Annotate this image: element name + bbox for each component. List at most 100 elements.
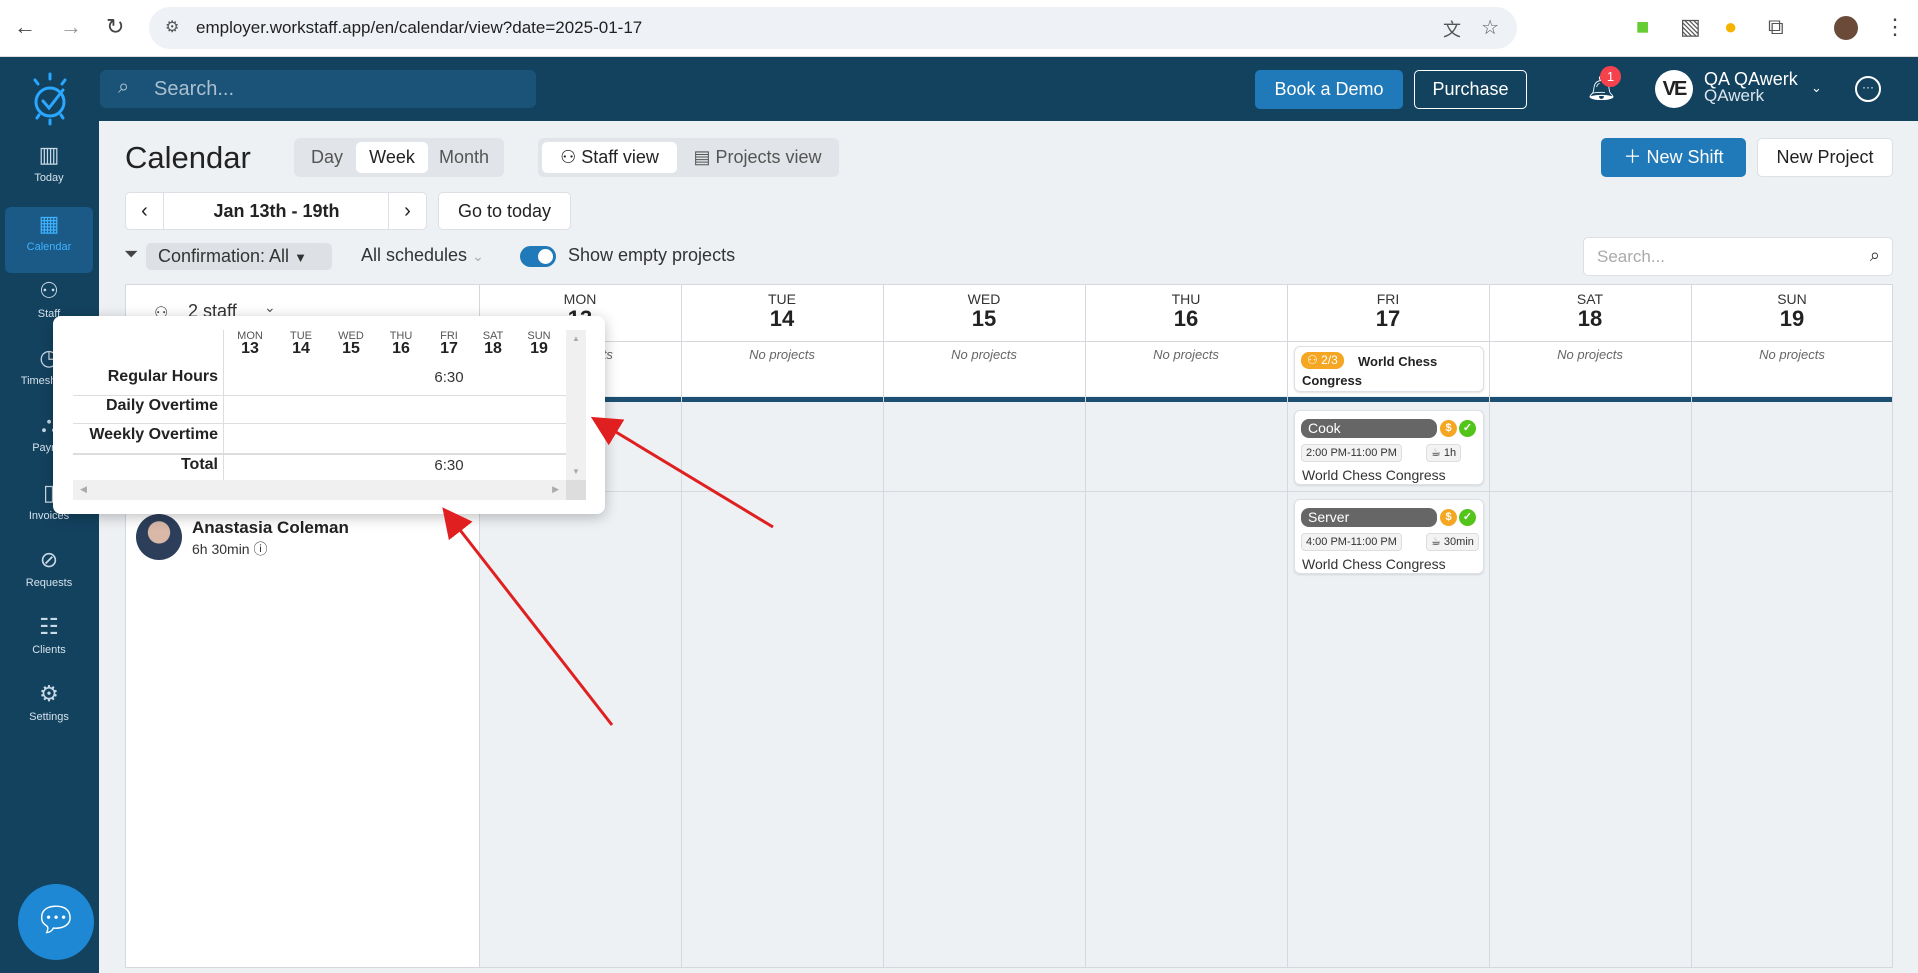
day-number: 17 [440,340,458,357]
support-chat-button[interactable]: 💬︎ [18,884,94,960]
scroll-right-arrow[interactable]: ▶ [552,484,559,495]
new-project-button[interactable]: New Project [1757,138,1893,177]
popup-day-mon: MON 13 [225,330,275,358]
url-text[interactable]: employer.workstaff.app/en/calendar/view?… [196,18,642,38]
star-icon[interactable]: ☆ [1481,15,1499,40]
calendar-search-input[interactable]: Search... ⌕ [1583,237,1893,276]
day-number: 16 [392,340,410,357]
scroll-down-arrow[interactable]: ▼ [572,467,580,476]
company-avatar[interactable]: VE [1655,70,1693,108]
menu-icon[interactable]: ⋮ [1884,14,1906,40]
range-week[interactable]: Week [356,142,428,173]
shift-time: 4:00 PM-11:00 PM [1301,533,1402,551]
day-number: 14 [292,340,310,357]
project-name: World Chess Congress [1302,354,1438,388]
go-to-today-button[interactable]: Go to today [438,192,571,230]
coffee-icon: ☕︎ [1431,447,1444,459]
site-settings-icon[interactable]: ⚙ [165,17,179,37]
extensions-puzzle-icon[interactable]: ⧉ [1768,14,1784,40]
shift-role: Server [1301,508,1437,527]
break-duration: 1h [1443,447,1457,459]
no-projects-thu: No projects [1153,347,1219,362]
company-name[interactable]: QAwerk [1704,87,1764,105]
scroll-left-arrow[interactable]: ◀ [80,484,87,495]
chevron-down-icon: ⌄ [472,248,484,264]
hours-value: 6h 30min [192,541,250,557]
sidebar-item-requests[interactable]: ⊘ Requests [5,543,93,609]
staff-avatar[interactable] [136,514,182,560]
show-empty-projects-toggle[interactable] [520,246,556,267]
no-projects-sat: No projects [1557,347,1623,362]
chat-icon[interactable]: ··· [1855,76,1881,102]
weekday: THU [1171,291,1201,307]
project-card[interactable]: ⚇ 2/3 World Chess Congress [1294,346,1484,392]
extension-icon[interactable]: ▧ [1680,14,1701,40]
extension-color-icon[interactable]: ● [1724,14,1737,40]
reload-icon[interactable]: ↻ [106,14,124,40]
translate-icon[interactable]: 文 [1443,16,1461,42]
schedules-filter[interactable]: All schedules ⌄ [361,245,484,266]
workstaff-logo[interactable] [29,72,71,126]
day-number: 16 [1173,306,1199,331]
weekday: SAT [1576,291,1604,307]
tab-projects-view[interactable]: ▤ Projects view [680,142,835,173]
shift-card-cook[interactable]: Cook $ ✓ 2:00 PM-11:00 PM ☕︎ 1h World Ch… [1294,410,1484,485]
no-projects-wed: No projects [951,347,1017,362]
staff-hours[interactable]: 6h 30min ⓘ [192,539,267,559]
address-bar[interactable]: ⚙ employer.workstaff.app/en/calendar/vie… [149,7,1517,49]
global-search-input[interactable]: ⌕ Search... [100,70,536,108]
column-divider [223,330,224,480]
purchase-button[interactable]: Purchase [1414,70,1527,109]
day-number: 15 [971,306,997,331]
row-label-daily-ot: Daily Overtime [105,397,218,414]
day-number: 19 [1779,306,1805,331]
sidebar-item-today[interactable]: ▥ Today [5,138,93,204]
search-icon: ⌕ [1869,245,1880,265]
sidebar-label: Requests [25,577,73,589]
sidebar-label: Clients [32,644,66,656]
scroll-up-arrow[interactable]: ▲ [572,334,580,343]
extension-meet-icon[interactable]: ■ [1636,14,1649,40]
popup-day-tue: TUE 14 [276,330,326,358]
show-empty-projects-label: Show empty projects [568,245,736,265]
horizontal-scrollbar[interactable]: ◀ ▶ [73,480,586,500]
day-number: 19 [530,340,548,357]
sidebar-item-settings[interactable]: ⚙ Settings [5,677,93,743]
next-week-button[interactable]: › [388,193,426,229]
new-shift-button[interactable]: ＋ New Shift [1601,138,1746,177]
date-range-label[interactable]: Jan 13th - 19th [164,193,389,229]
tab-staff-view[interactable]: ⚇ Staff view [542,142,677,173]
clients-icon: ☷ [39,614,59,639]
check-icon: ✓ [1459,420,1476,437]
weekday: WED [967,291,1001,307]
popup-day-sun: SUN 19 [514,330,564,358]
weekday: SUN [1777,291,1807,307]
range-month[interactable]: Month [428,142,500,173]
range-day[interactable]: Day [298,142,356,173]
profile-avatar[interactable] [1834,16,1858,40]
day-header-thu: THU 16 [1085,291,1287,332]
back-icon[interactable]: ← [14,14,36,40]
forward-icon[interactable]: → [60,14,82,40]
day-number: 17 [1375,306,1401,331]
day-header-sun: SUN 19 [1691,291,1893,332]
view-switcher: ⚇ Staff view ▤ Projects view [538,138,839,177]
prev-week-button[interactable]: ‹ [126,193,164,229]
search-icon: ⌕ [118,76,130,98]
book-demo-button[interactable]: Book a Demo [1255,70,1403,109]
caret-down-icon: ▼ [294,250,307,265]
vertical-scrollbar[interactable]: ▲ ▼ [566,330,586,480]
shift-card-server[interactable]: Server $ ✓ 4:00 PM-11:00 PM ☕︎ 30min Wor… [1294,499,1484,574]
confirmation-filter[interactable]: Confirmation: All ▼ [146,243,332,270]
plus-icon: ＋ [1623,147,1647,167]
staff-name[interactable]: Anastasia Coleman [192,518,349,538]
sidebar-item-clients[interactable]: ☷ Clients [5,610,93,676]
scrollbar-corner [566,480,586,500]
sidebar-item-calendar[interactable]: ▦ Calendar [5,207,93,273]
date-navigator: ‹ Jan 13th - 19th › [125,192,427,230]
chevron-down-icon[interactable]: ⌄ [264,299,276,316]
coffee-icon: ☕︎ [1431,536,1444,548]
chevron-down-icon[interactable]: ⌄ [1811,80,1822,96]
day-number: 15 [342,340,360,357]
break-pill: ☕︎ 30min [1426,533,1479,551]
